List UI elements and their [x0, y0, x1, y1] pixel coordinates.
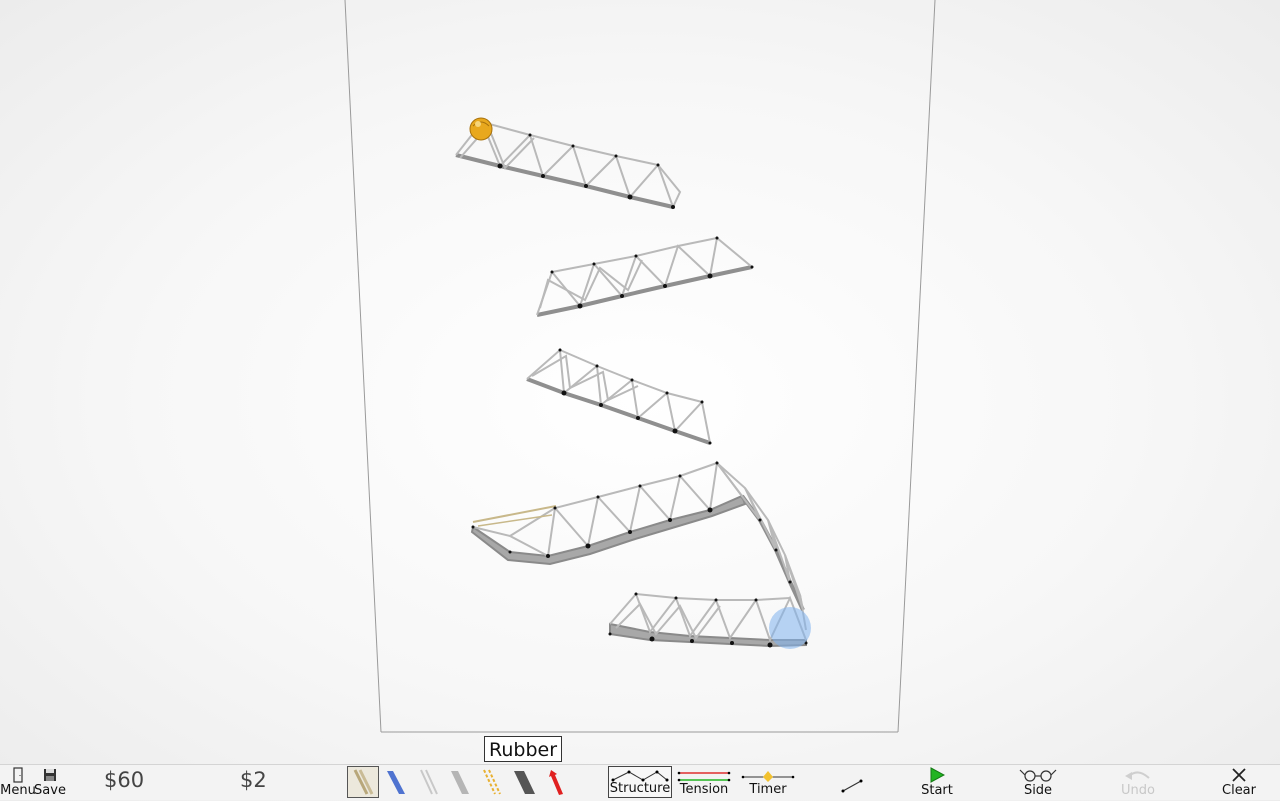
mode-timer[interactable]: Timer: [738, 766, 798, 798]
truss-segment-3[interactable]: [526, 347, 711, 445]
save-label: Save: [34, 783, 66, 798]
material-rubber[interactable]: [476, 766, 508, 798]
menu-label: Menu: [0, 783, 36, 798]
side-label: Side: [1023, 783, 1053, 798]
side-view-button[interactable]: Side: [1006, 766, 1070, 801]
truss-segment-2[interactable]: [536, 236, 753, 317]
mode-structure[interactable]: Structure: [608, 766, 672, 798]
floppy-disk-icon: [43, 766, 57, 784]
door-icon: [12, 766, 24, 784]
material-cable[interactable]: [412, 766, 444, 798]
material-steel[interactable]: [444, 766, 476, 798]
cost-display: $2: [240, 768, 267, 792]
rocket-icon: [549, 770, 563, 795]
goal-zone: [769, 607, 811, 649]
clear-button[interactable]: Clear: [1208, 766, 1270, 801]
joint-tool-button[interactable]: [836, 766, 868, 801]
undo-arrow-icon: [1123, 766, 1153, 784]
material-tooltip: Rubber: [484, 736, 563, 762]
start-label: Start: [921, 783, 953, 798]
mode-tension-label: Tension: [679, 782, 729, 797]
blue-plank-icon: [387, 771, 405, 794]
start-button[interactable]: Start: [906, 766, 968, 801]
playfield-right-edge: [897, 0, 936, 733]
material-blue-plank[interactable]: [380, 766, 412, 798]
material-road[interactable]: [508, 766, 540, 798]
glasses-icon: [1018, 766, 1058, 784]
playfield-left-edge: [344, 0, 382, 733]
material-rocket[interactable]: [540, 766, 572, 798]
tension-icon: [677, 771, 731, 782]
undo-label: Undo: [1121, 783, 1155, 798]
material-wood[interactable]: [347, 766, 379, 798]
game-scene[interactable]: [0, 0, 1280, 764]
save-button[interactable]: Save: [34, 766, 66, 801]
mode-timer-label: Timer: [749, 782, 787, 797]
menu-button[interactable]: Menu: [0, 766, 36, 801]
budget-display: $60: [104, 768, 145, 792]
joint-line-icon: [841, 771, 863, 801]
structure-icon: [611, 770, 669, 782]
wood-icon: [353, 769, 374, 795]
cable-icon: [420, 769, 438, 795]
steel-icon: [451, 771, 469, 794]
clear-label: Clear: [1222, 783, 1256, 798]
close-icon: [1232, 766, 1246, 784]
mode-tension[interactable]: Tension: [674, 766, 734, 798]
road-icon: [514, 771, 535, 794]
mode-structure-label: Structure: [609, 781, 671, 796]
rubber-icon: [483, 769, 501, 795]
timer-icon: [741, 771, 795, 782]
undo-button[interactable]: Undo: [1106, 766, 1170, 801]
ball: [469, 117, 493, 141]
play-icon: [929, 766, 945, 784]
